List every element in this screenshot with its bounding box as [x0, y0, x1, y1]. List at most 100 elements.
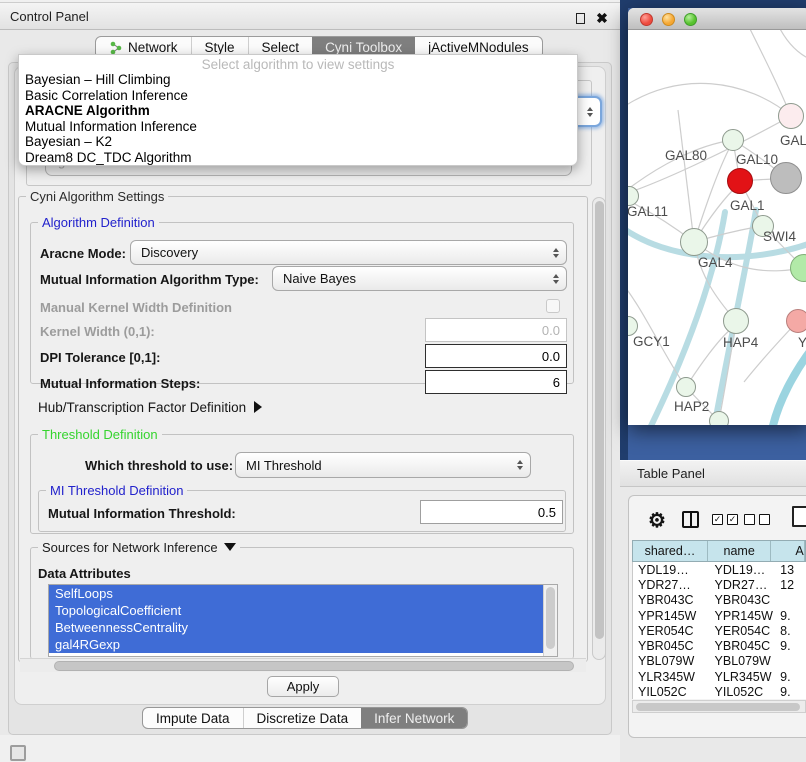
network-node[interactable] — [778, 103, 804, 129]
minimize-traffic-light-icon[interactable] — [662, 13, 675, 26]
checked-boxes-icon[interactable]: ✓✓ — [712, 514, 738, 525]
tab-select-label: Select — [262, 40, 300, 55]
settings-group-title: Cyni Algorithm Settings — [26, 189, 168, 204]
table-row[interactable]: YIL052CYIL052C9. — [633, 684, 806, 699]
network-node[interactable] — [680, 228, 708, 256]
algorithm-dropdown-popup: Select algorithm to view settings Bayesi… — [18, 54, 578, 166]
node-label: GAL — [780, 133, 806, 148]
network-node[interactable] — [709, 411, 729, 425]
tab-network-label: Network — [128, 40, 178, 55]
bottom-tabbar: Impute Data Discretize Data Infer Networ… — [142, 707, 468, 729]
table-horizontal-scrollbar[interactable] — [632, 700, 806, 713]
node-table: shared… name A YDL19…YDL19…13 YDR27…YDR2… — [632, 540, 806, 700]
gear-icon[interactable]: ⚙ — [648, 508, 666, 533]
aracne-mode-combo[interactable]: Discovery — [130, 240, 567, 265]
list-item-selected[interactable]: SelfLoops — [49, 585, 543, 602]
which-threshold-value: MI Threshold — [246, 458, 322, 473]
apply-button[interactable]: Apply — [267, 676, 339, 697]
list-item-selected[interactable]: gal4RGexp — [49, 636, 543, 653]
scrollbar-thumb[interactable] — [546, 587, 555, 649]
network-node-selected[interactable] — [727, 168, 753, 194]
table-panel-title: Table Panel — [637, 466, 705, 481]
column-header[interactable]: shared… — [633, 541, 708, 561]
tab-impute-data[interactable]: Impute Data — [143, 708, 243, 728]
network-node[interactable] — [722, 129, 744, 151]
algorithm-option[interactable]: Mutual Information Inference — [19, 119, 577, 135]
list-scrollbar[interactable] — [543, 585, 557, 656]
columns-icon[interactable] — [682, 511, 699, 528]
table-panel-titlebar: Table Panel — [620, 460, 806, 487]
network-view-window: GAL GAL80 GAL10 GAL11 GAL1 SWI4 GAL4 GCY… — [628, 8, 806, 425]
table-row[interactable]: YDR27…YDR27…12 — [633, 577, 806, 592]
close-icon[interactable]: ✖ — [594, 10, 610, 26]
node-label: SWI4 — [763, 229, 796, 244]
spinner-icon — [553, 274, 559, 284]
node-label: Y — [798, 335, 806, 350]
mi-threshold-field[interactable]: 0.5 — [420, 500, 563, 524]
document-icon[interactable] — [792, 506, 806, 527]
float-panel-icon[interactable] — [572, 10, 588, 26]
algorithm-option[interactable]: Dream8 DC_TDC Algorithm — [19, 150, 577, 166]
table-row[interactable]: YER054CYER054C8. — [633, 623, 806, 638]
network-node[interactable] — [786, 309, 806, 333]
table-row[interactable]: YBR043CYBR043C — [633, 593, 806, 608]
zoom-traffic-light-icon[interactable] — [684, 13, 697, 26]
table-body: YDL19…YDL19…13 YDR27…YDR27…12 YBR043CYBR… — [632, 562, 806, 699]
algorithm-option[interactable]: Bayesian – K2 — [19, 134, 577, 150]
table-row[interactable]: YBR045CYBR045C9. — [633, 638, 806, 653]
network-canvas[interactable]: GAL GAL80 GAL10 GAL11 GAL1 SWI4 GAL4 GCY… — [628, 30, 806, 425]
table-row[interactable]: YPR145WYPR145W9. — [633, 608, 806, 623]
node-label: HAP4 — [723, 335, 758, 350]
network-edges — [628, 30, 806, 425]
column-header[interactable]: name — [708, 541, 771, 561]
algorithm-option[interactable]: Bayesian – Hill Climbing — [19, 72, 577, 88]
scrollbar-thumb[interactable] — [54, 661, 574, 671]
algorithm-option[interactable]: Basic Correlation Inference — [19, 88, 577, 104]
dpi-tolerance-field[interactable]: 0.0 — [425, 344, 567, 368]
sources-expander[interactable]: Sources for Network Inference — [38, 540, 240, 555]
manual-kernel-checkbox[interactable] — [546, 299, 560, 313]
manual-kernel-label: Manual Kernel Width Definition — [40, 300, 232, 315]
tab-impute-data-label: Impute Data — [156, 711, 230, 726]
scrollbar-thumb[interactable] — [595, 201, 604, 639]
network-icon — [109, 41, 123, 55]
hub-definition-label: Hub/Transcription Factor Definition — [38, 400, 246, 415]
settings-horizontal-scrollbar[interactable] — [20, 658, 586, 672]
table-row[interactable]: YBL079WYBL079W — [633, 654, 806, 669]
network-node[interactable] — [676, 377, 696, 397]
node-label: GAL11 — [628, 204, 668, 219]
spinner-icon — [553, 248, 559, 258]
list-item-selected[interactable]: TopologicalCoefficient — [49, 602, 543, 619]
hub-definition-expander[interactable]: Hub/Transcription Factor Definition — [38, 400, 262, 415]
minimized-panel-icon[interactable] — [10, 745, 26, 761]
which-threshold-combo[interactable]: MI Threshold — [235, 452, 531, 478]
control-panel: Control Panel ✖ Network Style Select Cyn… — [0, 0, 620, 762]
mi-steps-field[interactable]: 6 — [425, 370, 567, 394]
mi-type-combo[interactable]: Naive Bayes — [272, 266, 567, 291]
close-traffic-light-icon[interactable] — [640, 13, 653, 26]
spinner-icon — [517, 460, 523, 470]
column-header[interactable]: A — [771, 541, 805, 561]
scrollbar-thumb[interactable] — [636, 703, 800, 712]
spinner-icon — [587, 107, 593, 117]
mi-type-value: Naive Bayes — [283, 271, 356, 286]
list-item-selected[interactable]: BetweennessCentrality — [49, 619, 543, 636]
node-label: GCY1 — [633, 334, 670, 349]
algorithm-placeholder: Select algorithm to view settings — [19, 55, 577, 72]
table-row[interactable]: YLR345WYLR345W9. — [633, 669, 806, 684]
network-window-titlebar[interactable] — [628, 8, 806, 30]
tab-jactivemnodules-label: jActiveMNodules — [428, 40, 529, 55]
kernel-width-field[interactable]: 0.0 — [425, 318, 567, 342]
network-node[interactable] — [723, 308, 749, 334]
settings-vertical-scrollbar[interactable] — [592, 197, 606, 660]
unchecked-boxes-icon[interactable] — [744, 514, 770, 525]
algorithm-option-selected[interactable]: ARACNE Algorithm — [19, 103, 577, 119]
node-label: GAL4 — [698, 255, 733, 270]
tab-discretize-data[interactable]: Discretize Data — [243, 708, 362, 728]
tab-infer-network-label: Infer Network — [374, 711, 454, 726]
tab-infer-network[interactable]: Infer Network — [361, 708, 467, 728]
table-row[interactable]: YDL19…YDL19…13 — [633, 562, 806, 577]
kernel-width-value: 0.0 — [542, 323, 560, 338]
mi-threshold-definition-title: MI Threshold Definition — [46, 483, 187, 498]
control-panel-titlebar: Control Panel ✖ — [0, 2, 620, 30]
